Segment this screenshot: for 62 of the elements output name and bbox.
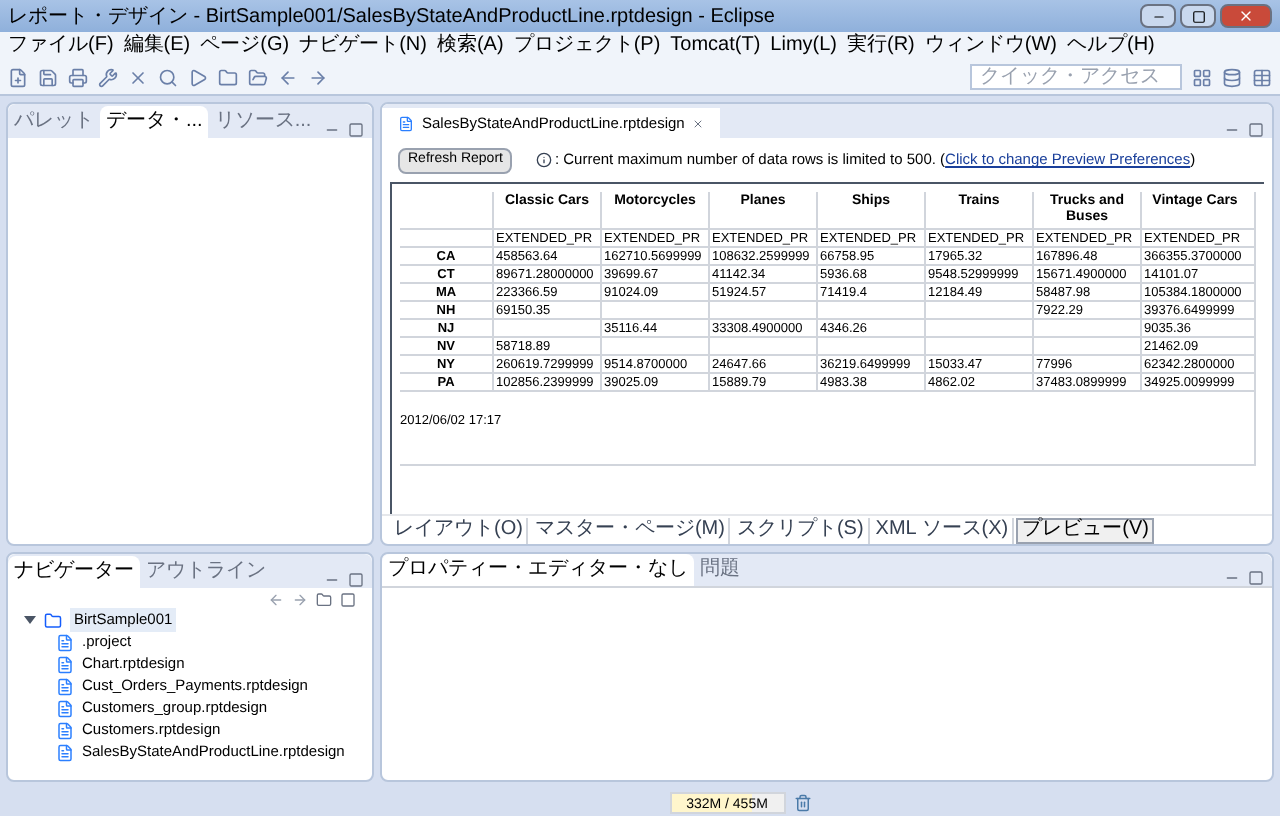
menu-item[interactable]: ヘルプ(H): [1067, 36, 1155, 56]
back-arrow-icon[interactable]: [278, 67, 298, 87]
new-file-icon[interactable]: [8, 67, 28, 87]
editor-page-tab[interactable]: XML ソース(X): [871, 517, 1015, 543]
editor-page-tab[interactable]: レイアウト(O): [390, 517, 529, 543]
forward-arrow-icon[interactable]: [292, 591, 308, 607]
trash-icon[interactable]: [793, 793, 811, 811]
menu-item[interactable]: Limy(L): [770, 36, 837, 56]
panel-tab[interactable]: リソース...: [208, 106, 318, 138]
menu-item[interactable]: 実行(R): [847, 36, 915, 56]
maximize-button[interactable]: [1180, 4, 1216, 28]
collapse-all-icon[interactable]: [340, 591, 356, 607]
menu-item[interactable]: 検索(A): [436, 36, 504, 56]
save-icon[interactable]: [38, 67, 58, 87]
panel-tab[interactable]: アウトライン: [140, 556, 272, 588]
file-icon: [56, 655, 74, 673]
menu-item[interactable]: プロジェクト(P): [513, 36, 661, 56]
menu-item[interactable]: ウィンドウ(W): [924, 36, 1057, 56]
panel-tab[interactable]: プロパティー・エディター・なし: [382, 554, 694, 586]
close-icon[interactable]: [692, 117, 705, 129]
wrench-icon[interactable]: [98, 67, 118, 87]
perspective-icon[interactable]: [1192, 67, 1212, 87]
editor-page-tab[interactable]: プレビュー(V): [1016, 517, 1155, 543]
menu-item[interactable]: ページ(G): [200, 36, 290, 56]
folder-icon[interactable]: [316, 591, 332, 607]
maximize-icon[interactable]: [1248, 122, 1264, 138]
menu-item[interactable]: Tomcat(T): [670, 36, 761, 56]
folder-icon[interactable]: [218, 67, 238, 87]
info-icon: [536, 152, 553, 168]
window-title: レポート・デザイン - BirtSample001/SalesByStateAndProductLine.rptdesign - Eclipse: [8, 3, 775, 31]
panel-tab[interactable]: パレット: [8, 106, 100, 138]
back-arrow-icon[interactable]: [268, 591, 284, 607]
maximize-icon: [1191, 9, 1205, 23]
file-icon: [56, 699, 74, 717]
search-icon[interactable]: [158, 67, 178, 87]
forward-arrow-icon[interactable]: [308, 67, 328, 87]
file-icon: [56, 633, 74, 651]
quick-access-field[interactable]: クイック・アクセス: [970, 64, 1182, 90]
play-icon[interactable]: [188, 67, 208, 87]
database-icon[interactable]: [1222, 67, 1242, 87]
panel-tab[interactable]: データ・...: [100, 106, 209, 138]
file-icon: [56, 743, 74, 761]
menu-item[interactable]: ナビゲート(N): [299, 36, 427, 56]
expanded-arrow-icon[interactable]: [24, 616, 36, 624]
print-icon[interactable]: [68, 67, 88, 87]
menu-item[interactable]: 編集(E): [123, 36, 191, 56]
editor-page-tab[interactable]: スクリプト(S): [732, 517, 870, 543]
editor-page-tab[interactable]: マスター・ページ(M): [530, 517, 731, 543]
file-icon: [398, 115, 414, 131]
report-perspective-icon[interactable]: [1252, 67, 1272, 87]
project-folder-icon: [44, 611, 62, 629]
panel-tab[interactable]: ナビゲーター: [8, 556, 140, 588]
panel-tab[interactable]: 問題: [694, 554, 746, 586]
maximize-icon[interactable]: [1248, 570, 1264, 586]
file-icon: [56, 721, 74, 739]
maximize-icon[interactable]: [348, 572, 364, 588]
open-folder-icon[interactable]: [248, 67, 268, 87]
close-icon: [1238, 8, 1254, 24]
menu-item[interactable]: ファイル(F): [8, 36, 114, 56]
file-icon: [56, 677, 74, 695]
close-icon[interactable]: [128, 67, 148, 87]
maximize-icon[interactable]: [348, 122, 364, 138]
